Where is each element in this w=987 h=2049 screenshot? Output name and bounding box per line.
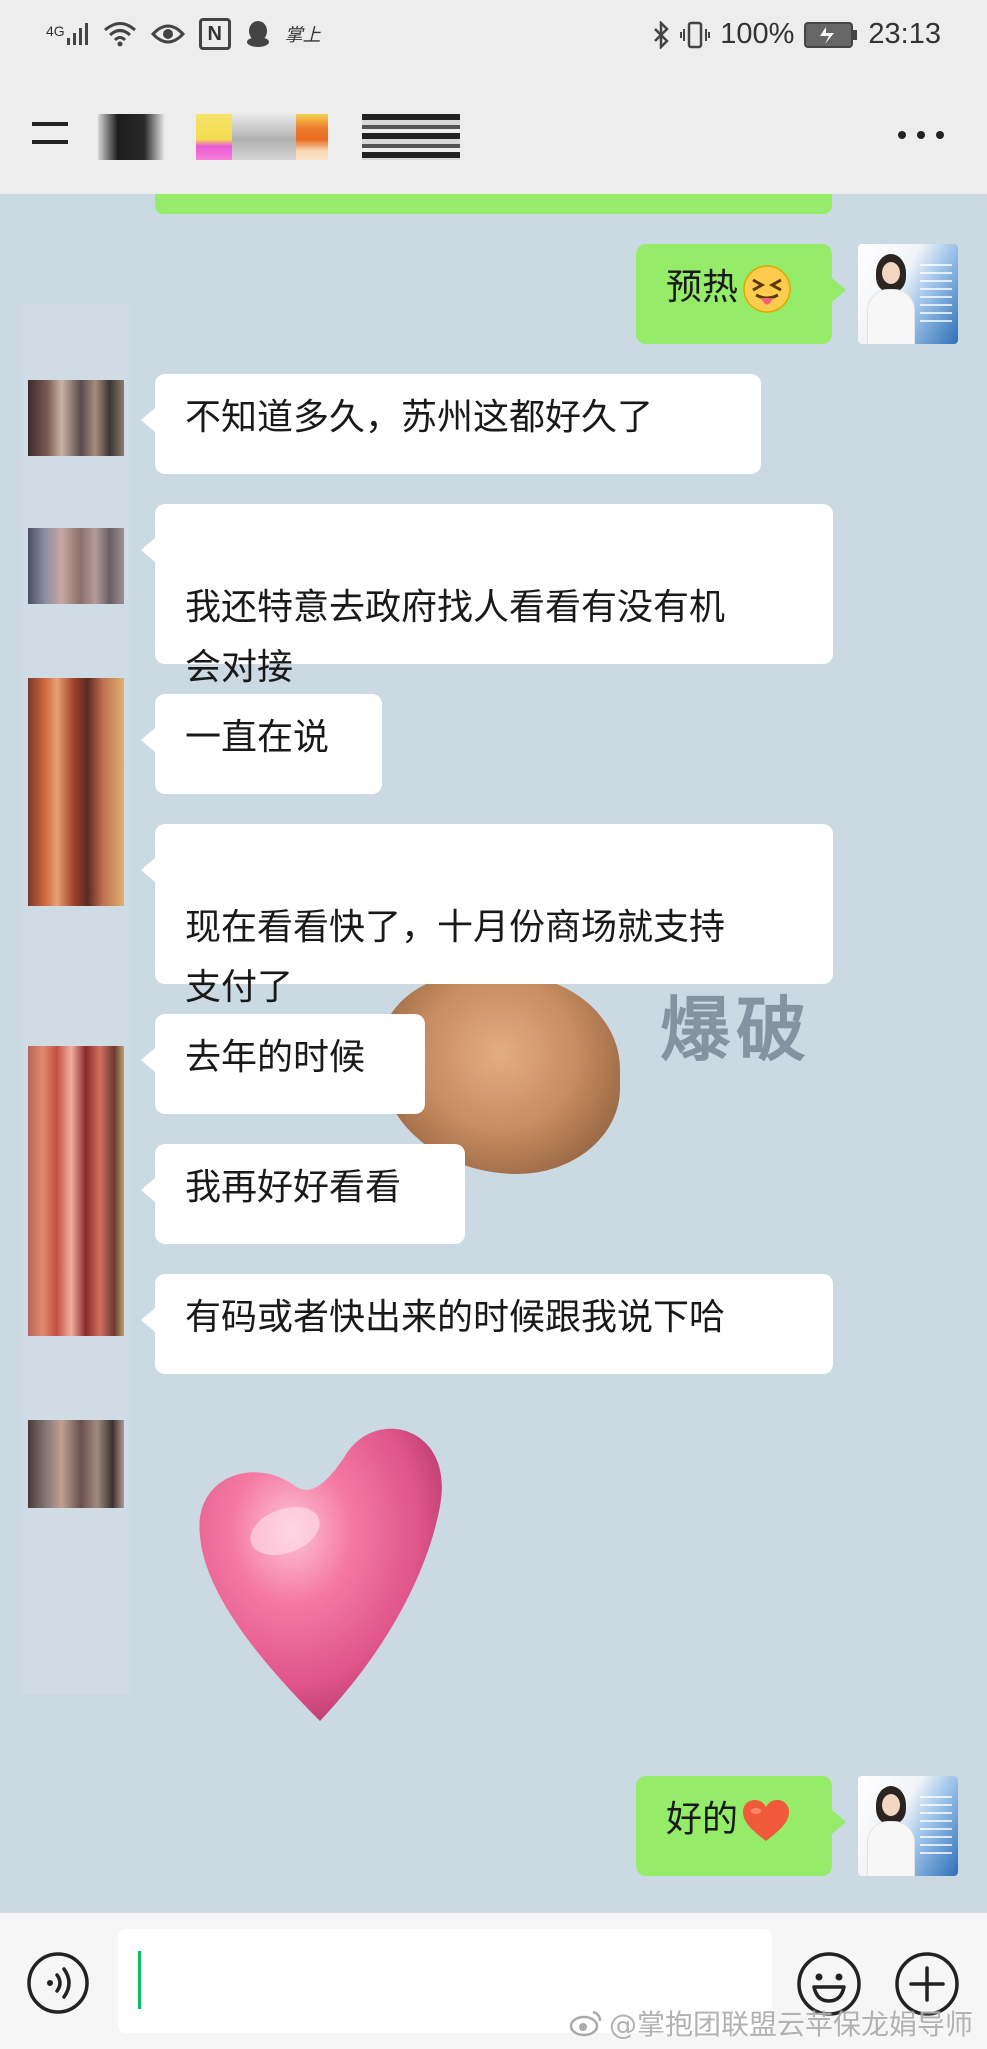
bluetooth-icon	[654, 20, 670, 49]
redacted-block-6	[362, 114, 460, 160]
message-text: 好的	[666, 1799, 739, 1840]
nfc-icon: N	[198, 18, 231, 50]
message-text: 去年的时候	[185, 1037, 366, 1078]
voice-input-icon[interactable]	[26, 1951, 90, 2015]
message-bubble-sent[interactable]: 预热	[636, 244, 846, 344]
back-menu-icon[interactable]	[32, 116, 68, 148]
message-bubble-received[interactable]: 我还特意去政府找人看看有没有机 会对接	[141, 504, 833, 688]
status-bar: 4G N 掌上 100% 23:13	[0, 0, 987, 74]
message-bubble-received[interactable]: 不知道多久，苏州这都好久了	[141, 374, 761, 474]
app-badge-icon: 掌上	[284, 25, 321, 45]
message-text: 一直在说	[185, 717, 330, 758]
eye-icon	[150, 24, 185, 44]
chat-header	[0, 74, 987, 194]
message-text: 预热	[666, 267, 739, 308]
contact-avatar-redacted[interactable]	[28, 1046, 124, 1336]
chat-message-list[interactable]: 爆破 预热 不知道多久，苏州这都好久了 我还特意去政府找人看看有没有机 会对接 …	[0, 194, 987, 1912]
status-left-icons: 4G N 掌上	[46, 18, 321, 50]
message-input-bar: @掌抱团联盟云苹保龙娟导师	[0, 1912, 987, 2049]
watermark-text: @掌抱团联盟云苹保龙娟导师	[608, 2008, 973, 2041]
pink-heart-sticker[interactable]	[195, 1416, 455, 1736]
wifi-icon	[103, 22, 136, 47]
message-bubble-received[interactable]: 现在看看快了，十月份商场就支持 支付了	[141, 824, 833, 1008]
message-bubble-received[interactable]: 一直在说	[141, 694, 382, 794]
message-text: 我再好好看看	[185, 1167, 402, 1208]
contact-avatar-redacted[interactable]	[28, 380, 124, 456]
contact-avatar-redacted[interactable]	[28, 528, 124, 604]
network-type-label: 4G	[46, 23, 65, 39]
previous-message-bubble-edge	[155, 194, 832, 214]
message-bubble-received[interactable]: 我再好好看看	[141, 1144, 465, 1244]
message-bubble-sent[interactable]: 好的	[636, 1776, 846, 1876]
message-text: 不知道多久，苏州这都好久了	[185, 397, 654, 438]
message-bubble-received[interactable]: 有码或者快出来的时候跟我说下哈	[141, 1274, 833, 1374]
redacted-block-5	[296, 114, 328, 160]
qq-icon	[246, 21, 269, 47]
weibo-logo-icon	[569, 2010, 602, 2037]
my-avatar[interactable]	[858, 244, 958, 344]
redacted-block-2	[196, 114, 232, 160]
status-right-icons: 100% 23:13	[652, 18, 941, 51]
squinting-face-with-tongue-icon	[743, 265, 791, 313]
message-text: 有码或者快出来的时候跟我说下哈	[185, 1297, 726, 1338]
background-sticker-banner: 爆破	[660, 989, 812, 1071]
my-avatar[interactable]	[858, 1776, 958, 1876]
weibo-watermark: @掌抱团联盟云苹保龙娟导师	[569, 2003, 973, 2043]
contact-avatar-redacted[interactable]	[28, 678, 124, 906]
message-bubble-received[interactable]: 去年的时候	[141, 1014, 425, 1114]
red-heart-icon	[743, 1800, 790, 1841]
battery-icon	[804, 21, 858, 48]
cellular-signal-icon: 4G	[46, 23, 89, 45]
battery-percent: 100%	[720, 18, 795, 50]
contact-avatar-redacted[interactable]	[28, 1420, 124, 1508]
more-options-icon[interactable]	[897, 130, 945, 140]
redacted-block-1	[98, 114, 164, 160]
message-text: 我还特意去政府找人看看有没有机 会对接	[185, 587, 726, 688]
redacted-block-3	[232, 114, 296, 160]
clock-time: 23:13	[868, 18, 941, 50]
text-caret	[138, 1951, 141, 2009]
vibrate-icon	[680, 21, 711, 48]
